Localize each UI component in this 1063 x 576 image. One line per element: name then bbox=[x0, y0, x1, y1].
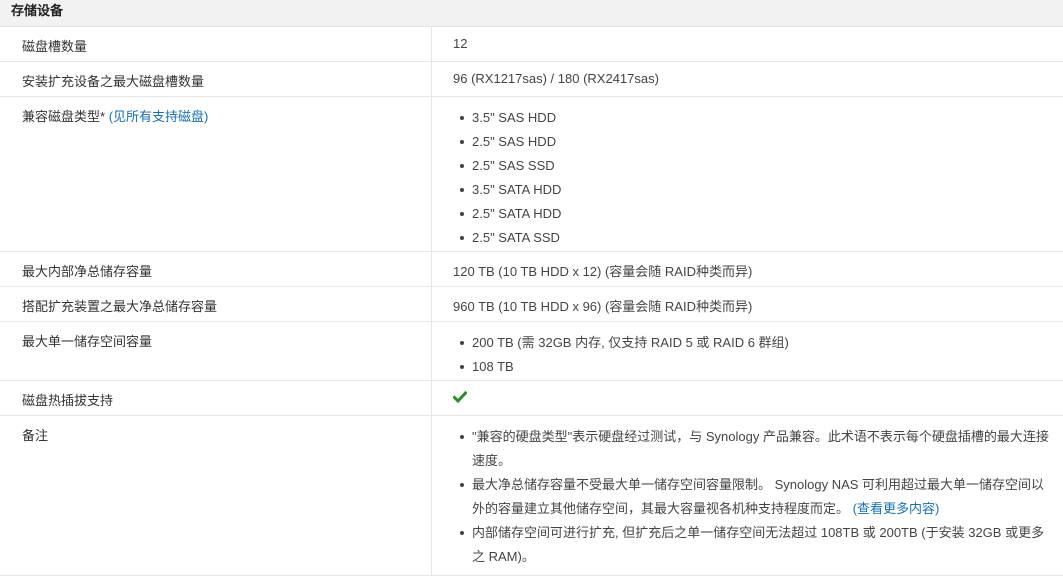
spec-row-max-expansion-capacity: 搭配扩充装置之最大净总储存容量 960 TB (10 TB HDD x 96) … bbox=[0, 287, 1063, 322]
list-item: 3.5" SAS HDD bbox=[453, 106, 1063, 130]
spec-row-max-bays: 安装扩充设备之最大磁盘槽数量 96 (RX1217sas) / 180 (RX2… bbox=[0, 62, 1063, 97]
spec-label: 备注 bbox=[0, 416, 432, 575]
spec-value: 960 TB (10 TB HDD x 96) (容量会随 RAID种类而异) bbox=[453, 299, 753, 314]
spec-label: 磁盘热插拔支持 bbox=[0, 381, 432, 415]
list-item: 108 TB bbox=[453, 355, 1063, 379]
list-item: 最大净总储存容量不受最大单一储存空间容量限制。 Synology NAS 可利用… bbox=[453, 473, 1063, 521]
spec-row-max-internal-capacity: 最大内部净总储存容量 120 TB (10 TB HDD x 12) (容量会随… bbox=[0, 252, 1063, 287]
spec-label: 兼容磁盘类型* bbox=[22, 109, 106, 124]
list-item: 200 TB (需 32GB 内存, 仅支持 RAID 5 或 RAID 6 群… bbox=[453, 331, 1063, 355]
spec-value: 120 TB (10 TB HDD x 12) (容量会随 RAID种类而异) bbox=[453, 264, 753, 279]
spec-value: 12 bbox=[453, 36, 468, 51]
spec-label: 最大内部净总储存容量 bbox=[0, 252, 432, 286]
spec-row-drive-bays: 磁盘槽数量 12 bbox=[0, 27, 1063, 62]
spec-value: 200 TB (需 32GB 内存, 仅支持 RAID 5 或 RAID 6 群… bbox=[432, 322, 1063, 380]
list-item: 2.5" SAS SSD bbox=[453, 154, 1063, 178]
spec-label: 磁盘槽数量 bbox=[0, 27, 432, 61]
spec-row-compatible-drives: 兼容磁盘类型* (见所有支持磁盘) 3.5" SAS HDD 2.5" SAS … bbox=[0, 97, 1063, 252]
spec-table: 磁盘槽数量 12 安装扩充设备之最大磁盘槽数量 96 (RX1217sas) /… bbox=[0, 27, 1063, 576]
spec-label: 最大单一储存空间容量 bbox=[0, 322, 432, 380]
drive-type-list: 3.5" SAS HDD 2.5" SAS HDD 2.5" SAS SSD 3… bbox=[453, 106, 1063, 250]
check-icon bbox=[453, 390, 467, 404]
spec-row-notes: 备注 "兼容的硬盘类型"表示硬盘经过测试，与 Synology 产品兼容。此术语… bbox=[0, 416, 1063, 576]
list-item: 3.5" SATA HDD bbox=[453, 178, 1063, 202]
list-item: 2.5" SAS HDD bbox=[453, 130, 1063, 154]
list-item: 2.5" SATA HDD bbox=[453, 202, 1063, 226]
spec-row-max-volume: 最大单一储存空间容量 200 TB (需 32GB 内存, 仅支持 RAID 5… bbox=[0, 322, 1063, 381]
see-more-link[interactable]: (查看更多内容) bbox=[853, 501, 940, 516]
list-item: "兼容的硬盘类型"表示硬盘经过测试，与 Synology 产品兼容。此术语不表示… bbox=[453, 425, 1063, 473]
spec-label: 安装扩充设备之最大磁盘槽数量 bbox=[0, 62, 432, 96]
spec-value: 3.5" SAS HDD 2.5" SAS HDD 2.5" SAS SSD 3… bbox=[432, 97, 1063, 251]
see-all-supported-drives-link[interactable]: (见所有支持磁盘) bbox=[109, 109, 209, 124]
section-title-storage: 存储设备 bbox=[0, 0, 1063, 27]
spec-value bbox=[432, 381, 1063, 415]
spec-value: "兼容的硬盘类型"表示硬盘经过测试，与 Synology 产品兼容。此术语不表示… bbox=[432, 416, 1063, 575]
spec-value: 96 (RX1217sas) / 180 (RX2417sas) bbox=[453, 71, 659, 86]
volume-size-list: 200 TB (需 32GB 内存, 仅支持 RAID 5 或 RAID 6 群… bbox=[453, 331, 1063, 379]
notes-list: "兼容的硬盘类型"表示硬盘经过测试，与 Synology 产品兼容。此术语不表示… bbox=[453, 425, 1063, 569]
spec-label-container: 兼容磁盘类型* (见所有支持磁盘) bbox=[0, 97, 432, 251]
spec-row-hot-swap: 磁盘热插拔支持 bbox=[0, 381, 1063, 416]
list-item: 2.5" SATA SSD bbox=[453, 226, 1063, 250]
note-text: 最大净总储存容量不受最大单一储存空间容量限制。 Synology NAS 可利用… bbox=[472, 477, 1045, 516]
spec-label: 搭配扩充装置之最大净总储存容量 bbox=[0, 287, 432, 321]
